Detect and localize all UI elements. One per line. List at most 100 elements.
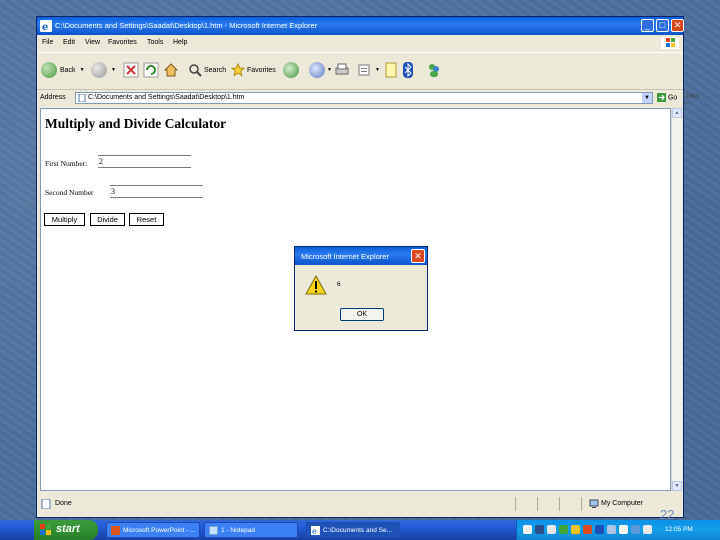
task-powerpoint[interactable]: Microsoft PowerPoint - ... xyxy=(106,522,200,538)
my-computer-icon xyxy=(589,499,599,508)
maximize-button[interactable]: □ xyxy=(656,19,669,32)
status-bar: Done My Computer xyxy=(37,495,683,515)
windows-start-icon xyxy=(40,524,51,535)
stop-icon xyxy=(123,62,139,78)
edit-button[interactable]: ▼ xyxy=(357,59,380,81)
minimize-button[interactable]: _ xyxy=(641,19,654,32)
close-button[interactable]: ✕ xyxy=(671,19,684,32)
stop-button[interactable] xyxy=(123,59,139,81)
second-number-label: Second Number xyxy=(45,188,94,197)
tray-display-icon[interactable] xyxy=(535,525,544,534)
taskbar: start Microsoft PowerPoint - ... 1 - Not… xyxy=(0,520,720,540)
page-title: Multiply and Divide Calculator xyxy=(45,116,227,131)
divide-button[interactable]: Divide xyxy=(90,213,125,226)
address-bar: Address C:\Documents and Settings\Saadat… xyxy=(37,91,699,107)
favorites-button[interactable]: Favorites xyxy=(231,59,276,81)
start-button[interactable]: start xyxy=(34,520,98,540)
address-field[interactable]: C:\Documents and Settings\Saadat\Desktop… xyxy=(75,92,653,104)
tray-security-icon[interactable] xyxy=(583,525,592,534)
task-ie[interactable]: e C:\Documents and Se... xyxy=(306,522,400,538)
menu-tools[interactable]: Tools xyxy=(147,39,163,46)
search-button[interactable]: Search xyxy=(188,59,226,81)
svg-text:e: e xyxy=(42,22,48,32)
go-button[interactable]: Go xyxy=(657,93,677,102)
task-ie-label: C:\Documents and Se... xyxy=(323,527,393,534)
search-label: Search xyxy=(204,66,227,74)
tray-sync-icon[interactable] xyxy=(631,525,640,534)
toolbar: Back ▼ ▼ Search Favorites ▼ ▼ xyxy=(37,52,683,90)
ok-button[interactable]: OK xyxy=(340,308,384,321)
history-button[interactable] xyxy=(283,59,299,81)
address-value: C:\Documents and Settings\Saadat\Desktop… xyxy=(88,94,245,101)
forward-button[interactable]: ▼ xyxy=(91,59,116,81)
tray-volume-icon[interactable] xyxy=(607,525,616,534)
page-done-icon xyxy=(41,499,51,509)
favorites-label: Favorites xyxy=(247,66,276,74)
title-bar[interactable]: e C:\Documents and Settings\Saadat\Deskt… xyxy=(37,17,684,35)
dialog-title-bar[interactable]: Microsoft Internet Explorer ✕ xyxy=(295,247,427,265)
tray-network-icon[interactable] xyxy=(559,525,568,534)
multiply-button[interactable]: Multiply xyxy=(44,213,85,226)
ie-task-icon: e xyxy=(311,526,320,535)
system-tray: 12:05 PM xyxy=(516,520,720,540)
back-button[interactable]: Back ▼ xyxy=(41,59,85,81)
dialog-close-button[interactable]: ✕ xyxy=(411,249,425,263)
go-label: Go xyxy=(667,94,678,102)
alert-dialog: Microsoft Internet Explorer ✕ 6 OK xyxy=(294,246,428,331)
star-icon xyxy=(231,63,245,77)
warning-icon xyxy=(305,275,327,295)
task-notepad-label: 1 - Notepad xyxy=(221,527,255,534)
mail-button[interactable]: ▼ xyxy=(309,59,332,81)
tray-pointer-icon[interactable] xyxy=(523,525,532,534)
powerpoint-icon xyxy=(111,526,120,535)
page-icon xyxy=(78,94,86,102)
bluetooth-button[interactable] xyxy=(403,59,413,81)
menu-bar: File Edit View Favorites Tools Help xyxy=(37,36,683,50)
dialog-message: 6 xyxy=(337,281,341,288)
refresh-icon xyxy=(143,62,159,78)
address-dropdown-icon[interactable]: ▼ xyxy=(642,93,652,103)
svg-text:e: e xyxy=(312,527,317,535)
messenger-icon xyxy=(429,64,439,77)
status-text: Done xyxy=(55,500,72,507)
back-label: Back xyxy=(60,66,76,74)
scroll-down-icon[interactable]: ▼ xyxy=(672,481,682,491)
reset-button[interactable]: Reset xyxy=(129,213,164,226)
mail-icon xyxy=(309,62,325,78)
refresh-button[interactable] xyxy=(143,59,159,81)
address-label: Address xyxy=(40,94,66,101)
links-button[interactable]: Links » xyxy=(683,93,699,107)
edit-page-icon xyxy=(358,64,370,76)
notepad-task-icon xyxy=(209,526,218,535)
tray-messenger-icon[interactable] xyxy=(571,525,580,534)
vertical-scrollbar[interactable]: ▲ ▼ xyxy=(671,108,682,491)
menu-file[interactable]: File xyxy=(42,39,53,46)
tray-usb-icon[interactable] xyxy=(643,525,652,534)
task-notepad[interactable]: 1 - Notepad xyxy=(204,522,298,538)
menu-view[interactable]: View xyxy=(85,39,100,46)
tray-bluetooth-icon[interactable] xyxy=(595,525,604,534)
first-number-input[interactable] xyxy=(98,155,191,168)
menu-edit[interactable]: Edit xyxy=(63,39,75,46)
menu-favorites[interactable]: Favorites xyxy=(108,39,137,46)
tray-app-icon[interactable] xyxy=(619,525,628,534)
messenger-button[interactable] xyxy=(427,59,441,81)
window-title: C:\Documents and Settings\Saadat\Desktop… xyxy=(55,21,318,30)
scroll-up-icon[interactable]: ▲ xyxy=(672,108,682,118)
links-label: Links xyxy=(683,93,700,100)
note-button[interactable] xyxy=(385,59,397,81)
print-button[interactable] xyxy=(334,59,350,81)
second-number-input[interactable] xyxy=(110,185,203,198)
first-number-label: First Number: xyxy=(45,159,88,168)
tray-speaker-icon[interactable] xyxy=(547,525,556,534)
print-icon xyxy=(335,63,349,75)
menu-help[interactable]: Help xyxy=(173,39,187,46)
notepad-icon xyxy=(385,62,397,78)
bluetooth-icon xyxy=(403,62,413,78)
home-button[interactable] xyxy=(163,59,179,81)
home-icon xyxy=(163,63,179,77)
start-label: start xyxy=(56,523,80,535)
forward-arrow-icon xyxy=(91,62,107,78)
history-icon xyxy=(283,62,299,78)
clock: 12:05 PM xyxy=(665,526,693,533)
